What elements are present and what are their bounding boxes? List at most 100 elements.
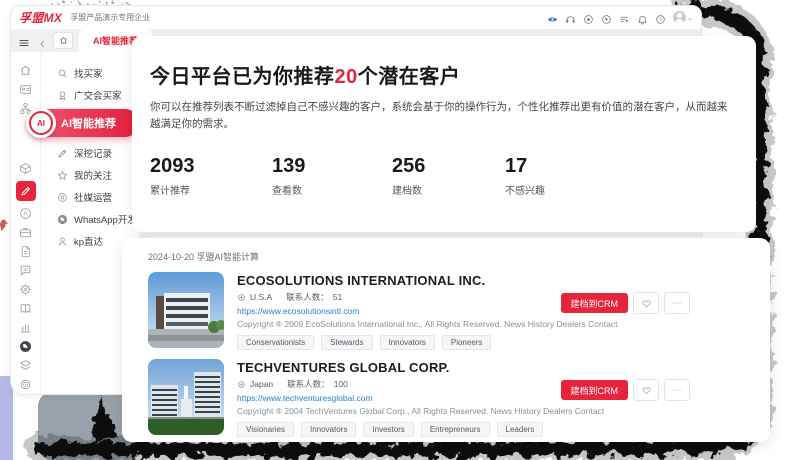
location-icon — [237, 380, 246, 389]
stat-value: 256 — [392, 155, 505, 178]
help-icon[interactable] — [655, 12, 666, 23]
briefcase-icon[interactable] — [19, 226, 32, 239]
title-bar: 孚盟MX 孚盟产品演示专用企业 ⌄ — [11, 6, 701, 30]
stat-not-interested: 17 不感兴趣 — [505, 155, 545, 197]
record-icon[interactable] — [583, 12, 594, 23]
recommendation-summary-card: 今日平台已为你推荐20个潜在客户 你可以在推荐列表不断过滤掉自己不感兴趣的客户，… — [132, 36, 756, 232]
stat-value: 17 — [505, 155, 545, 178]
contacts-label: 联系人数： — [286, 291, 329, 303]
sidebar-item-label: WhatsApp开发 — [74, 212, 137, 226]
org-name-label: 孚盟产品演示专用企业 — [70, 12, 150, 23]
tag: Conservationists — [237, 335, 314, 350]
contact-card-icon[interactable] — [19, 83, 32, 96]
whatsapp-icon[interactable] — [19, 340, 32, 353]
stat-filed: 256 建档数 — [392, 155, 505, 197]
tag: Pioneers — [442, 335, 492, 350]
sidebar-item-whatsapp-dev[interactable]: WhatsApp开发 — [41, 208, 139, 230]
favorite-heart-button[interactable] — [633, 379, 659, 401]
tag: Innovators — [380, 335, 435, 350]
recommendation-list-card: 2024-10-20 孚盟AI智能计算 ECOSOLUTIONS INTERNA… — [122, 238, 770, 442]
chevron-down-icon: ⌄ — [687, 14, 693, 22]
sidebar-item-dig-records[interactable]: 深挖记录 — [41, 142, 139, 164]
more-button[interactable]: ⋯ — [664, 292, 690, 314]
company-thumbnail — [148, 272, 224, 348]
company-copyright: Copyright ® 2004 TechVentures Global Cor… — [237, 406, 604, 416]
sidebar-item-find-buyers[interactable]: 找买家 — [41, 62, 139, 84]
sidebar-item-label: AI智能推荐 — [61, 115, 116, 131]
helm-icon[interactable] — [19, 283, 32, 296]
more-button[interactable]: ⋯ — [664, 379, 690, 401]
sidebar-item-label: 社媒运营 — [74, 190, 112, 204]
title-suffix: 个潜在客户 — [358, 66, 461, 88]
target-icon[interactable] — [19, 378, 32, 391]
file-to-crm-button[interactable]: 建档到CRM — [561, 380, 629, 400]
chat-icon[interactable] — [19, 264, 32, 277]
sidebar-item-my-follows[interactable]: 我的关注 — [41, 164, 139, 186]
sidebar-item-social-media[interactable]: 社媒运营 — [41, 186, 139, 208]
date-header: 2024-10-20 孚盟AI智能计算 — [148, 250, 754, 263]
company-website-link[interactable]: https://www.techventuresglobal.com — [237, 393, 604, 403]
company-tags: Conservationists Stewards Innovators Pio… — [237, 335, 617, 350]
back-chevron-icon[interactable] — [38, 36, 48, 46]
circle-a-icon[interactable] — [19, 207, 32, 220]
bell-icon[interactable] — [637, 12, 648, 23]
headset-icon[interactable] — [565, 12, 576, 23]
company-country: Japan — [250, 379, 273, 389]
page-title: 今日平台已为你推荐20个潜在客户 — [150, 60, 728, 89]
stat-label: 累计推荐 — [150, 182, 272, 197]
person-icon — [57, 236, 68, 247]
stats-row: 2093 累计推荐 139 查看数 256 建档数 17 不感兴趣 — [150, 155, 728, 197]
star-icon — [57, 170, 68, 181]
phone-icon[interactable] — [601, 12, 612, 23]
social-circle-icon — [57, 192, 68, 203]
sidebar-item-label: kp直达 — [74, 234, 103, 248]
parcel-icon[interactable] — [19, 162, 32, 175]
medal-icon — [57, 90, 68, 101]
tag: Visionaries — [237, 422, 294, 437]
active-module-icon[interactable] — [16, 181, 36, 201]
brand-logo: 孚盟MX — [19, 9, 62, 26]
eye-icon[interactable] — [547, 12, 558, 23]
tag: Leaders — [497, 422, 544, 437]
sidebar-item-label: 深挖记录 — [74, 146, 112, 160]
stat-total-recommended: 2093 累计推荐 — [150, 155, 272, 197]
search-icon — [57, 68, 68, 79]
stat-label: 查看数 — [272, 182, 392, 197]
row-actions: 建档到CRM ⋯ — [561, 292, 691, 314]
tag: Innovators — [301, 422, 356, 437]
company-row: ECOSOLUTIONS INTERNATIONAL INC. U.S.A 联系… — [148, 272, 754, 350]
title-prefix: 今日平台已为你推荐 — [150, 66, 335, 88]
document-icon[interactable] — [19, 245, 32, 258]
company-name: ECOSOLUTIONS INTERNATIONAL INC. — [237, 273, 617, 288]
stat-value: 139 — [272, 155, 392, 178]
home-icon[interactable] — [19, 64, 32, 77]
sidebar-item-label: 找买家 — [74, 66, 103, 80]
favorite-heart-button[interactable] — [633, 292, 659, 314]
bar-chart-icon[interactable] — [19, 321, 32, 334]
location-icon — [237, 293, 246, 302]
notebook-icon[interactable] — [19, 302, 32, 315]
task-list-icon[interactable] — [619, 12, 630, 23]
contacts-value: 100 — [334, 379, 348, 389]
stat-value: 2093 — [150, 155, 272, 178]
page-description: 你可以在推荐列表不断过滤掉自己不感兴趣的客户，系统会基于你的操作行为，个性化推荐… — [150, 99, 728, 133]
layers-icon[interactable] — [19, 359, 32, 372]
company-copyright: Copyright ® 2009 EcoSolutions Internatio… — [237, 319, 617, 329]
menu-icon[interactable] — [18, 36, 30, 46]
file-to-crm-button[interactable]: 建档到CRM — [561, 293, 629, 313]
icon-rail — [11, 52, 41, 394]
sidebar-item-canton-fair-buyers[interactable]: 广交会买家 — [41, 84, 139, 106]
tag: Investors — [363, 422, 413, 437]
contacts-value: 51 — [333, 292, 342, 302]
titlebar-icons: ⌄ — [547, 11, 693, 24]
home-tab-button[interactable] — [53, 32, 73, 49]
title-count: 20 — [335, 66, 358, 88]
stat-viewed: 139 查看数 — [272, 155, 392, 197]
contacts-label: 联系人数： — [287, 378, 330, 390]
avatar — [673, 11, 686, 24]
user-menu[interactable]: ⌄ — [673, 11, 693, 24]
company-country: U.S.A — [250, 292, 272, 302]
company-name: TECHVENTURES GLOBAL CORP. — [237, 360, 604, 375]
company-thumbnail — [148, 359, 224, 435]
sidebar-item-ai-recommend-active[interactable]: AI AI智能推荐 — [27, 109, 139, 137]
